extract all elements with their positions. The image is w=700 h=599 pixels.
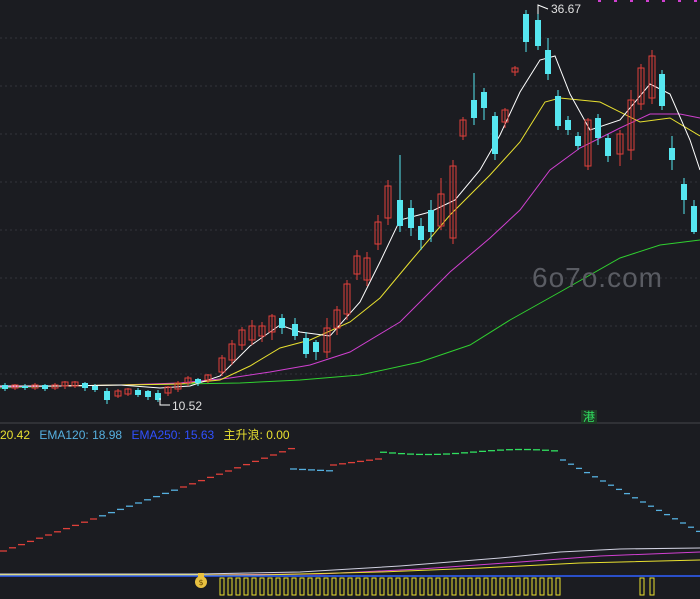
ema-slow-line [0, 113, 700, 388]
ema-fast-line [0, 55, 700, 389]
low-marker-line [159, 398, 170, 406]
candlesticks [2, 10, 697, 404]
watermark: 6o7o.com [532, 262, 663, 293]
grid [0, 37, 700, 375]
legend-item-main-wave: 主升浪: 0.00 [223, 428, 290, 442]
indicator-legend: 20.42 EMA120: 18.98 EMA250: 15.63 主升浪: 0… [0, 426, 296, 443]
high-marker-line [537, 4, 549, 14]
legend-item-ema250: EMA250: 15.63 [131, 428, 215, 442]
svg-text:$: $ [198, 578, 203, 587]
bottom-signal-bars [219, 577, 655, 596]
legend-item-1: 20.42 [0, 428, 31, 442]
indicator-steps [0, 447, 700, 552]
stock-chart-panel: $ 36.67 10.52 6o7o.com 港 20.42 EMA120: 1… [0, 0, 700, 599]
ema-mid-line [0, 97, 700, 387]
hk-badge: 港 [581, 410, 598, 424]
low-price-label: 10.52 [172, 399, 203, 413]
high-price-label: 36.67 [551, 2, 582, 16]
legend-item-ema120: EMA120: 18.98 [39, 428, 123, 442]
indicator-line-magenta [0, 551, 700, 576]
price-chart[interactable]: $ [0, 0, 700, 599]
top-signal-marks [598, 0, 697, 2]
indicator-line-white [0, 547, 700, 575]
indicator-line-yellow [0, 559, 700, 576]
